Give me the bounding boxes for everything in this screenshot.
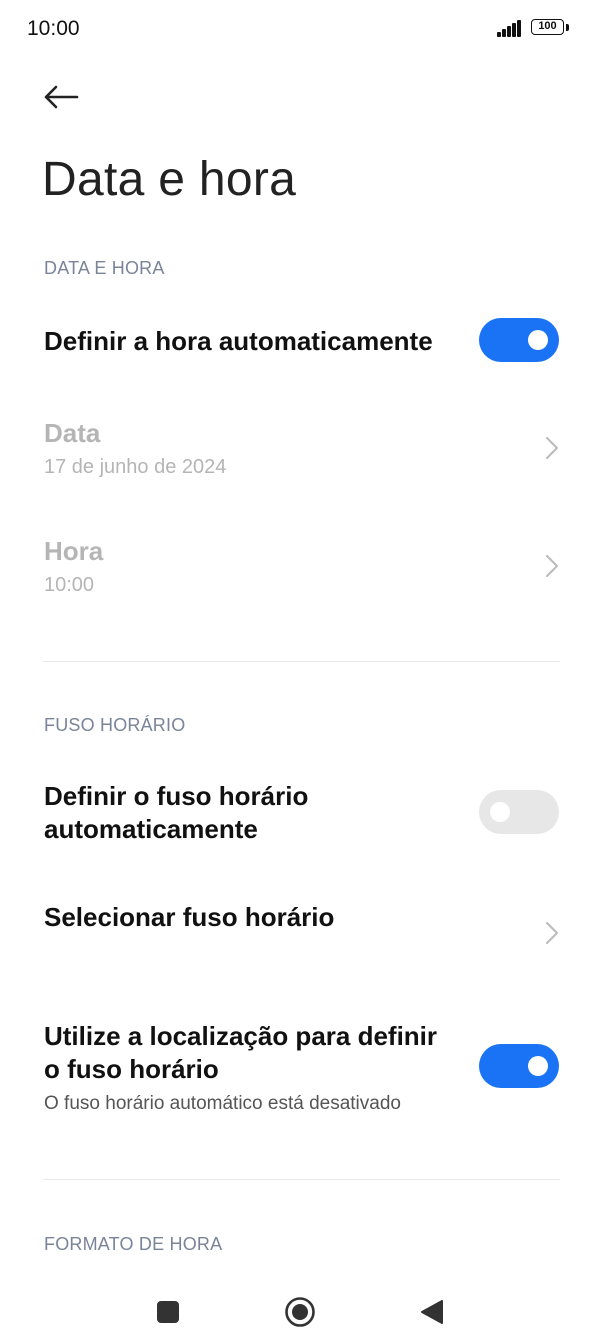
battery-icon: 100 <box>531 19 564 35</box>
back-nav-button[interactable] <box>410 1290 454 1334</box>
time-row[interactable]: Hora 10:00 <box>0 528 604 614</box>
use-location-label-line1: Utilize a localização para definir <box>44 1021 438 1051</box>
auto-timezone-label-line2: automaticamente <box>44 814 258 844</box>
divider <box>43 661 560 662</box>
arrow-left-icon <box>44 85 79 109</box>
date-label: Data <box>44 418 101 448</box>
toggle-knob <box>528 1056 548 1076</box>
auto-time-label: Definir a hora automaticamente <box>44 326 433 356</box>
use-location-label-line2: o fuso horário <box>44 1054 219 1084</box>
battery-level: 100 <box>538 20 557 32</box>
home-button[interactable] <box>278 1290 322 1334</box>
time-value: 10:00 <box>44 574 95 596</box>
select-timezone-label: Selecionar fuso horário <box>44 902 335 932</box>
toggle-knob <box>528 330 548 350</box>
auto-timezone-label-line1: Definir o fuso horário <box>44 781 309 811</box>
auto-timezone-toggle[interactable] <box>479 790 559 834</box>
toggle-knob <box>490 802 510 822</box>
triangle-back-icon <box>421 1300 443 1324</box>
section-header-timezone: FUSO HORÁRIO <box>44 715 186 735</box>
back-button[interactable] <box>38 74 84 120</box>
use-location-toggle[interactable] <box>479 1044 559 1088</box>
divider <box>43 1179 560 1180</box>
time-label: Hora <box>44 536 104 566</box>
recents-button[interactable] <box>146 1290 190 1334</box>
signal-bars-icon <box>497 20 523 37</box>
date-row[interactable]: Data 17 de junho de 2024 <box>0 410 604 496</box>
section-header-date-time: DATA E HORA <box>44 258 165 278</box>
select-timezone-row[interactable]: Selecionar fuso horário <box>0 890 604 970</box>
use-location-subtitle: O fuso horário automático está desativad… <box>44 1093 401 1114</box>
circle-icon <box>285 1297 315 1327</box>
auto-time-toggle[interactable] <box>479 318 559 362</box>
chevron-right-icon <box>545 436 559 460</box>
page-title: Data e hora <box>42 153 297 206</box>
battery-tip <box>566 24 569 31</box>
status-bar: 10:00 100 <box>0 0 604 60</box>
date-value: 17 de junho de 2024 <box>44 456 227 478</box>
section-header-time-format: FORMATO DE HORA <box>44 1234 223 1254</box>
status-time: 10:00 <box>27 17 80 40</box>
chevron-right-icon <box>545 554 559 578</box>
square-icon <box>157 1301 179 1323</box>
chevron-right-icon <box>545 921 559 945</box>
navigation-bar <box>0 1280 604 1344</box>
